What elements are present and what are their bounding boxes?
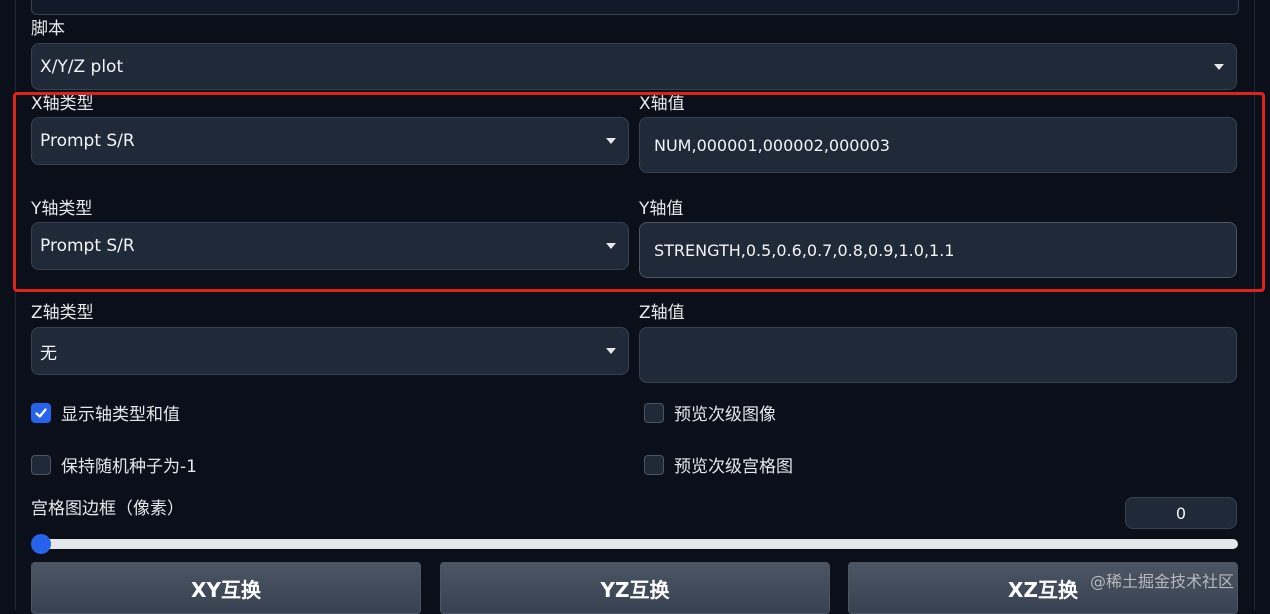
preview-subgrid-images-label: 预览次级图像 [674, 405, 776, 425]
draw-legend-checkbox[interactable] [31, 402, 51, 423]
keep-random-seed-option[interactable]: 保持随机种子为-1 [31, 452, 197, 477]
preview-subgrid-images-checkbox[interactable] [644, 402, 664, 423]
previous-field-box [31, 0, 1239, 15]
grid-margin-slider-thumb[interactable] [31, 534, 51, 554]
highlight-box [13, 92, 1265, 292]
chevron-down-icon [1214, 63, 1224, 70]
z-axis-type-label: Z轴类型 [31, 303, 94, 323]
grid-margin-label: 宫格图边框（像素） [31, 499, 184, 519]
grid-margin-number-input[interactable]: 0 [1125, 497, 1237, 529]
keep-random-seed-label: 保持随机种子为-1 [61, 457, 197, 477]
script-dropdown[interactable]: X/Y/Z plot [31, 43, 1237, 90]
z-axis-type-value: 无 [40, 343, 57, 364]
chevron-down-icon [606, 348, 616, 354]
watermark: @稀土掘金技术社区 [1090, 572, 1235, 591]
preview-subgrid-grid-option[interactable]: 预览次级宫格图 [644, 452, 793, 477]
preview-subgrid-grid-checkbox[interactable] [644, 454, 664, 475]
preview-subgrid-images-option[interactable]: 预览次级图像 [644, 400, 776, 425]
script-label: 脚本 [31, 19, 65, 39]
draw-legend-label: 显示轴类型和值 [61, 405, 180, 425]
script-dropdown-value: X/Y/Z plot [40, 56, 124, 77]
preview-subgrid-grid-label: 预览次级宫格图 [674, 457, 793, 477]
z-axis-type-dropdown[interactable]: 无 [31, 327, 629, 375]
draw-legend-option[interactable]: 显示轴类型和值 [31, 400, 180, 425]
swap-yz-button[interactable]: YZ互换 [440, 562, 830, 614]
grid-margin-slider-track[interactable] [36, 539, 1238, 549]
checkmark-icon [35, 407, 47, 418]
z-axis-values-input[interactable] [639, 327, 1237, 383]
swap-xy-button[interactable]: XY互换 [31, 562, 421, 614]
keep-random-seed-checkbox[interactable] [31, 454, 51, 475]
z-axis-values-label: Z轴值 [639, 303, 685, 323]
